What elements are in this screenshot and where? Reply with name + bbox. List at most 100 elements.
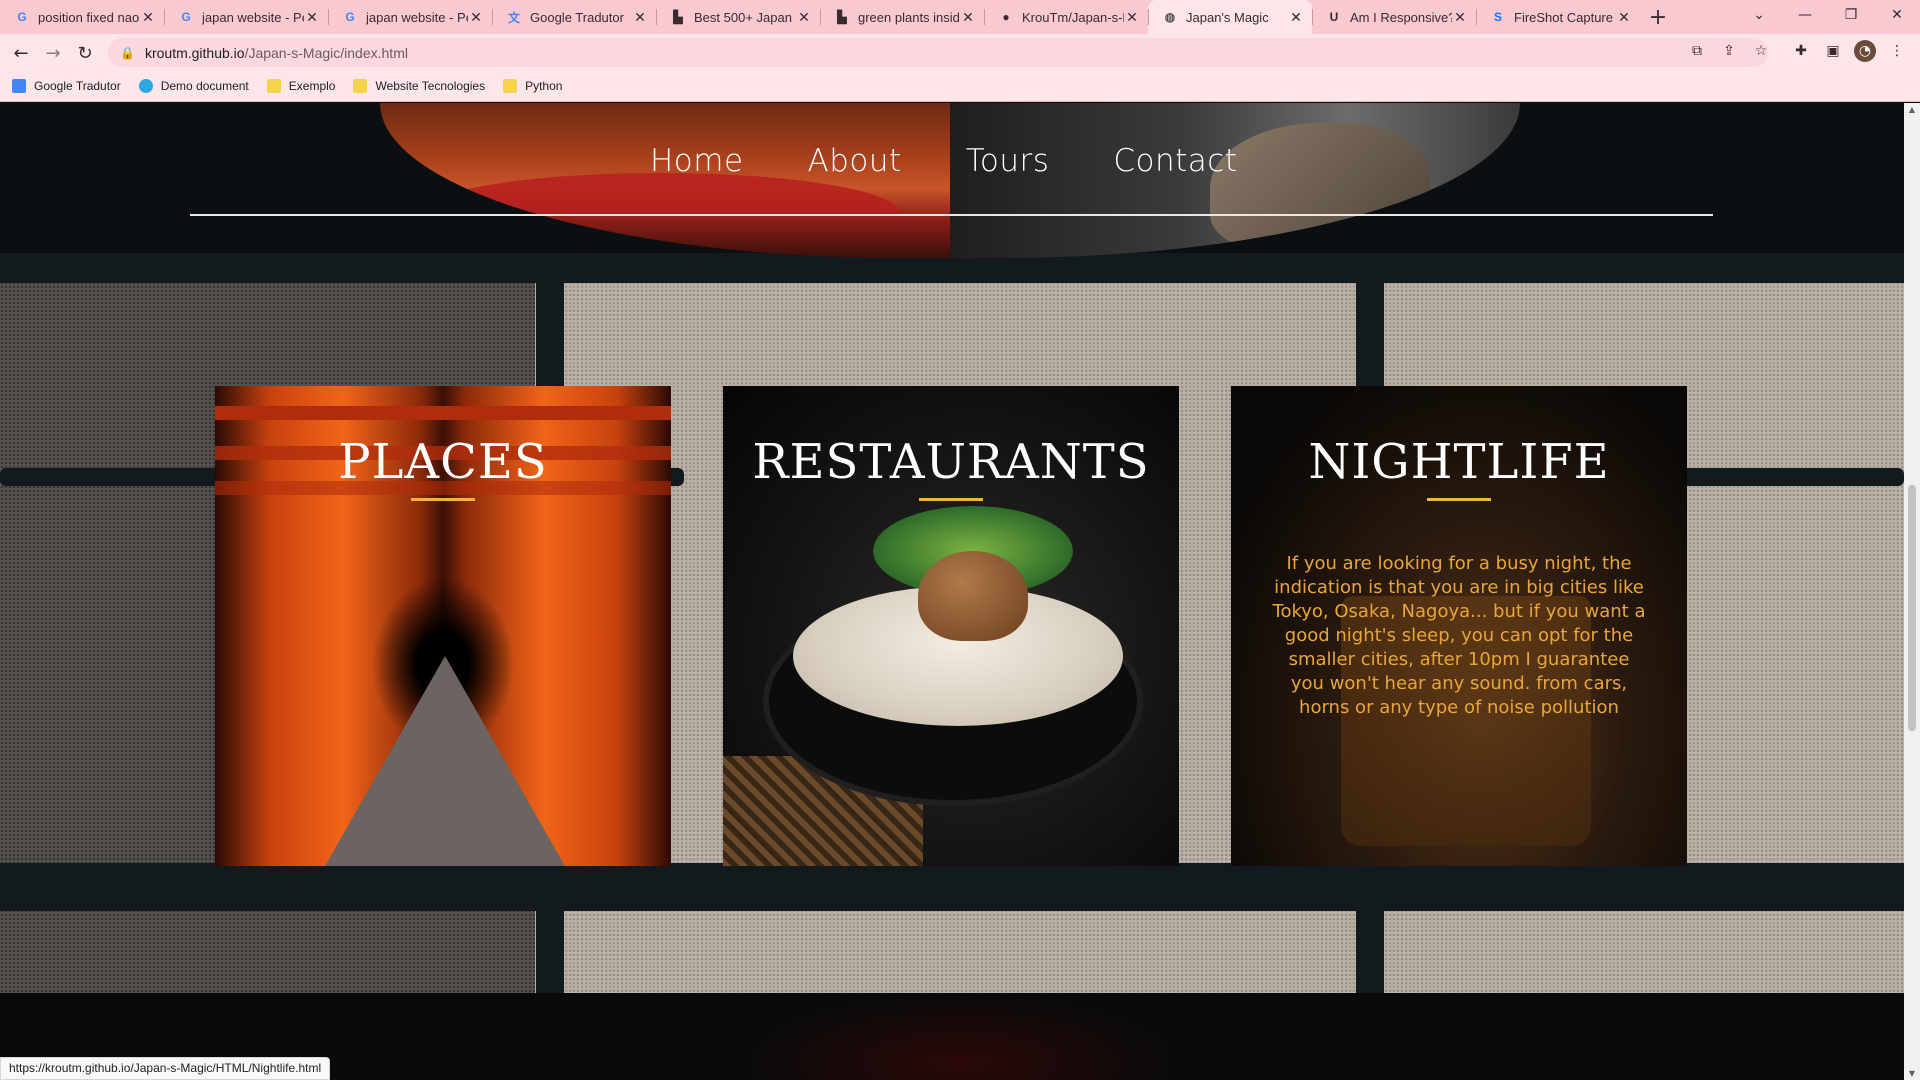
nav-tours[interactable]: Tours bbox=[966, 143, 1050, 179]
bookmark-label: Google Tradutor bbox=[34, 78, 121, 93]
google-icon: G bbox=[17, 10, 27, 24]
tab-title: Japan's Magic bbox=[1186, 9, 1269, 25]
nav-divider bbox=[190, 214, 1713, 216]
bookmark-website-tecnologies[interactable]: Website Tecnologies bbox=[353, 78, 486, 93]
folder-icon bbox=[503, 78, 518, 93]
close-tab-icon[interactable]: ✕ bbox=[468, 9, 484, 26]
title-underline bbox=[1427, 498, 1491, 501]
reload-icon[interactable]: ↻ bbox=[72, 40, 98, 66]
card-restaurants[interactable]: RESTAURANTS bbox=[723, 386, 1179, 866]
tab-3[interactable]: 文 Google Tradutor ✕ bbox=[492, 0, 656, 34]
card-title: PLACES bbox=[338, 434, 548, 490]
github-icon: ● bbox=[1002, 10, 1010, 24]
scroll-down-icon[interactable]: ▼ bbox=[1907, 1069, 1917, 1078]
bookmark-label: Website Tecnologies bbox=[375, 78, 486, 93]
close-tab-icon[interactable]: ✕ bbox=[1288, 9, 1304, 26]
tab-5[interactable]: ▙ green plants inside ✕ bbox=[820, 0, 984, 34]
tab-4[interactable]: ▙ Best 500+ Japan P ✕ bbox=[656, 0, 820, 34]
close-tab-icon[interactable]: ✕ bbox=[140, 9, 156, 26]
translate-page-icon[interactable]: ⧉ bbox=[1686, 40, 1708, 62]
tab-8[interactable]: U Am I Responsive? ✕ bbox=[1312, 0, 1476, 34]
tab-6[interactable]: ● KrouTm/Japan-s-M ✕ bbox=[984, 0, 1148, 34]
close-tab-icon[interactable]: ✕ bbox=[1124, 9, 1140, 26]
back-icon[interactable]: ← bbox=[8, 40, 34, 66]
menu-icon[interactable]: ⋮ bbox=[1886, 40, 1908, 62]
tab-1[interactable]: Gjapan website - Pe ✕ bbox=[164, 0, 328, 34]
title-underline bbox=[411, 498, 475, 501]
tab-2[interactable]: Gjapan website - Pe ✕ bbox=[328, 0, 492, 34]
translate-icon: 文 bbox=[507, 10, 520, 25]
main-nav: Home About Tours Contact bbox=[0, 103, 1904, 216]
bookmark-demo-document[interactable]: Demo document bbox=[138, 78, 249, 93]
close-window-icon[interactable]: ✕ bbox=[1874, 0, 1920, 30]
close-tab-icon[interactable]: ✕ bbox=[960, 9, 976, 26]
card-places[interactable]: PLACES bbox=[215, 386, 671, 866]
page-viewport: Home About Tours Contact PLACES RESTAURA… bbox=[0, 103, 1904, 1080]
tab-search-icon[interactable]: ⌄ bbox=[1736, 0, 1782, 30]
bookmark-label: Exemplo bbox=[288, 78, 336, 93]
restore-icon[interactable]: ❐ bbox=[1828, 0, 1874, 30]
minimize-icon[interactable]: — bbox=[1782, 0, 1828, 30]
url-host: kroutm.github.io bbox=[144, 44, 245, 61]
bookmark-star-icon[interactable]: ☆ bbox=[1750, 40, 1772, 62]
torii-beam bbox=[215, 406, 671, 420]
bookmark-label: Demo document bbox=[160, 78, 249, 93]
share-icon[interactable]: ⇪ bbox=[1718, 40, 1740, 62]
unsplash-icon: ▙ bbox=[837, 10, 847, 24]
profile-avatar[interactable]: ◔ bbox=[1854, 40, 1876, 62]
tab-title: FireShot Capture 0 bbox=[1514, 9, 1616, 25]
beam bbox=[536, 893, 564, 993]
bookmarks-bar: Google Tradutor Demo document Exemplo We… bbox=[0, 70, 1920, 102]
toolbar: ← → ↻ 🔒 kroutm.github.io/Japan-s-Magic/i… bbox=[0, 34, 1920, 70]
bookmark-exemplo[interactable]: Exemplo bbox=[266, 78, 336, 93]
tab-9[interactable]: S FireShot Capture 0 ✕ bbox=[1476, 0, 1640, 34]
scrollbar-thumb[interactable] bbox=[1908, 485, 1916, 731]
edge-icon bbox=[138, 78, 153, 93]
close-tab-icon[interactable]: ✕ bbox=[304, 9, 320, 26]
tab-strip: Gposition fixed nao ✕ Gjapan website - Pe… bbox=[0, 0, 1920, 34]
tab-title: KrouTm/Japan-s-M bbox=[1022, 9, 1124, 25]
close-tab-icon[interactable]: ✕ bbox=[632, 9, 648, 26]
tab-title: Am I Responsive? bbox=[1350, 9, 1452, 25]
close-tab-icon[interactable]: ✕ bbox=[796, 9, 812, 26]
unsplash-icon: ▙ bbox=[673, 10, 683, 24]
bookmark-google-tradutor[interactable]: Google Tradutor bbox=[12, 78, 121, 93]
tab-title: japan website - Pe bbox=[366, 9, 468, 25]
tab-title: japan website - Pe bbox=[202, 9, 304, 25]
address-bar[interactable]: 🔒 kroutm.github.io/Japan-s-Magic/index.h… bbox=[108, 38, 1768, 67]
google-icon: G bbox=[181, 10, 191, 24]
nav-about[interactable]: About bbox=[808, 143, 902, 179]
beam bbox=[0, 863, 1904, 911]
tab-title: position fixed nao bbox=[38, 9, 140, 25]
tab-0[interactable]: Gposition fixed nao ✕ bbox=[0, 0, 164, 34]
new-tab-button[interactable]: + bbox=[1640, 0, 1676, 34]
nav-contact[interactable]: Contact bbox=[1113, 143, 1237, 179]
tab-title: Google Tradutor bbox=[530, 9, 624, 25]
scrollbar[interactable]: ▲ ▼ bbox=[1904, 103, 1920, 1080]
tab-title: green plants inside bbox=[858, 9, 960, 25]
google-icon: G bbox=[345, 10, 355, 24]
tab-title: Best 500+ Japan P bbox=[694, 9, 796, 25]
close-tab-icon[interactable]: ✕ bbox=[1616, 9, 1632, 26]
stone-path bbox=[325, 656, 565, 866]
card-nightlife[interactable]: NIGHTLIFE If you are looking for a busy … bbox=[1231, 386, 1687, 866]
close-tab-icon[interactable]: ✕ bbox=[1452, 9, 1468, 26]
beam bbox=[1356, 893, 1384, 993]
scroll-up-icon[interactable]: ▲ bbox=[1907, 105, 1917, 114]
tab-7-active[interactable]: ◍ Japan's Magic ✕ bbox=[1148, 0, 1312, 34]
side-panel-icon[interactable]: ▣ bbox=[1822, 40, 1844, 62]
responsive-icon: U bbox=[1329, 10, 1339, 24]
lock-icon[interactable]: 🔒 bbox=[120, 46, 135, 60]
card-title: RESTAURANTS bbox=[752, 434, 1150, 490]
folder-icon bbox=[266, 78, 281, 93]
bookmark-label: Python bbox=[525, 78, 563, 93]
extensions-icon[interactable]: ✚ bbox=[1790, 40, 1812, 62]
forward-icon[interactable]: → bbox=[40, 40, 66, 66]
card-description: If you are looking for a busy night, the… bbox=[1272, 553, 1646, 718]
fireshot-icon: S bbox=[1493, 10, 1502, 24]
nav-home[interactable]: Home bbox=[650, 143, 744, 179]
title-underline bbox=[919, 498, 983, 501]
bookmark-python[interactable]: Python bbox=[503, 78, 563, 93]
translate-icon bbox=[12, 78, 26, 93]
faint-banner bbox=[740, 993, 1180, 1080]
